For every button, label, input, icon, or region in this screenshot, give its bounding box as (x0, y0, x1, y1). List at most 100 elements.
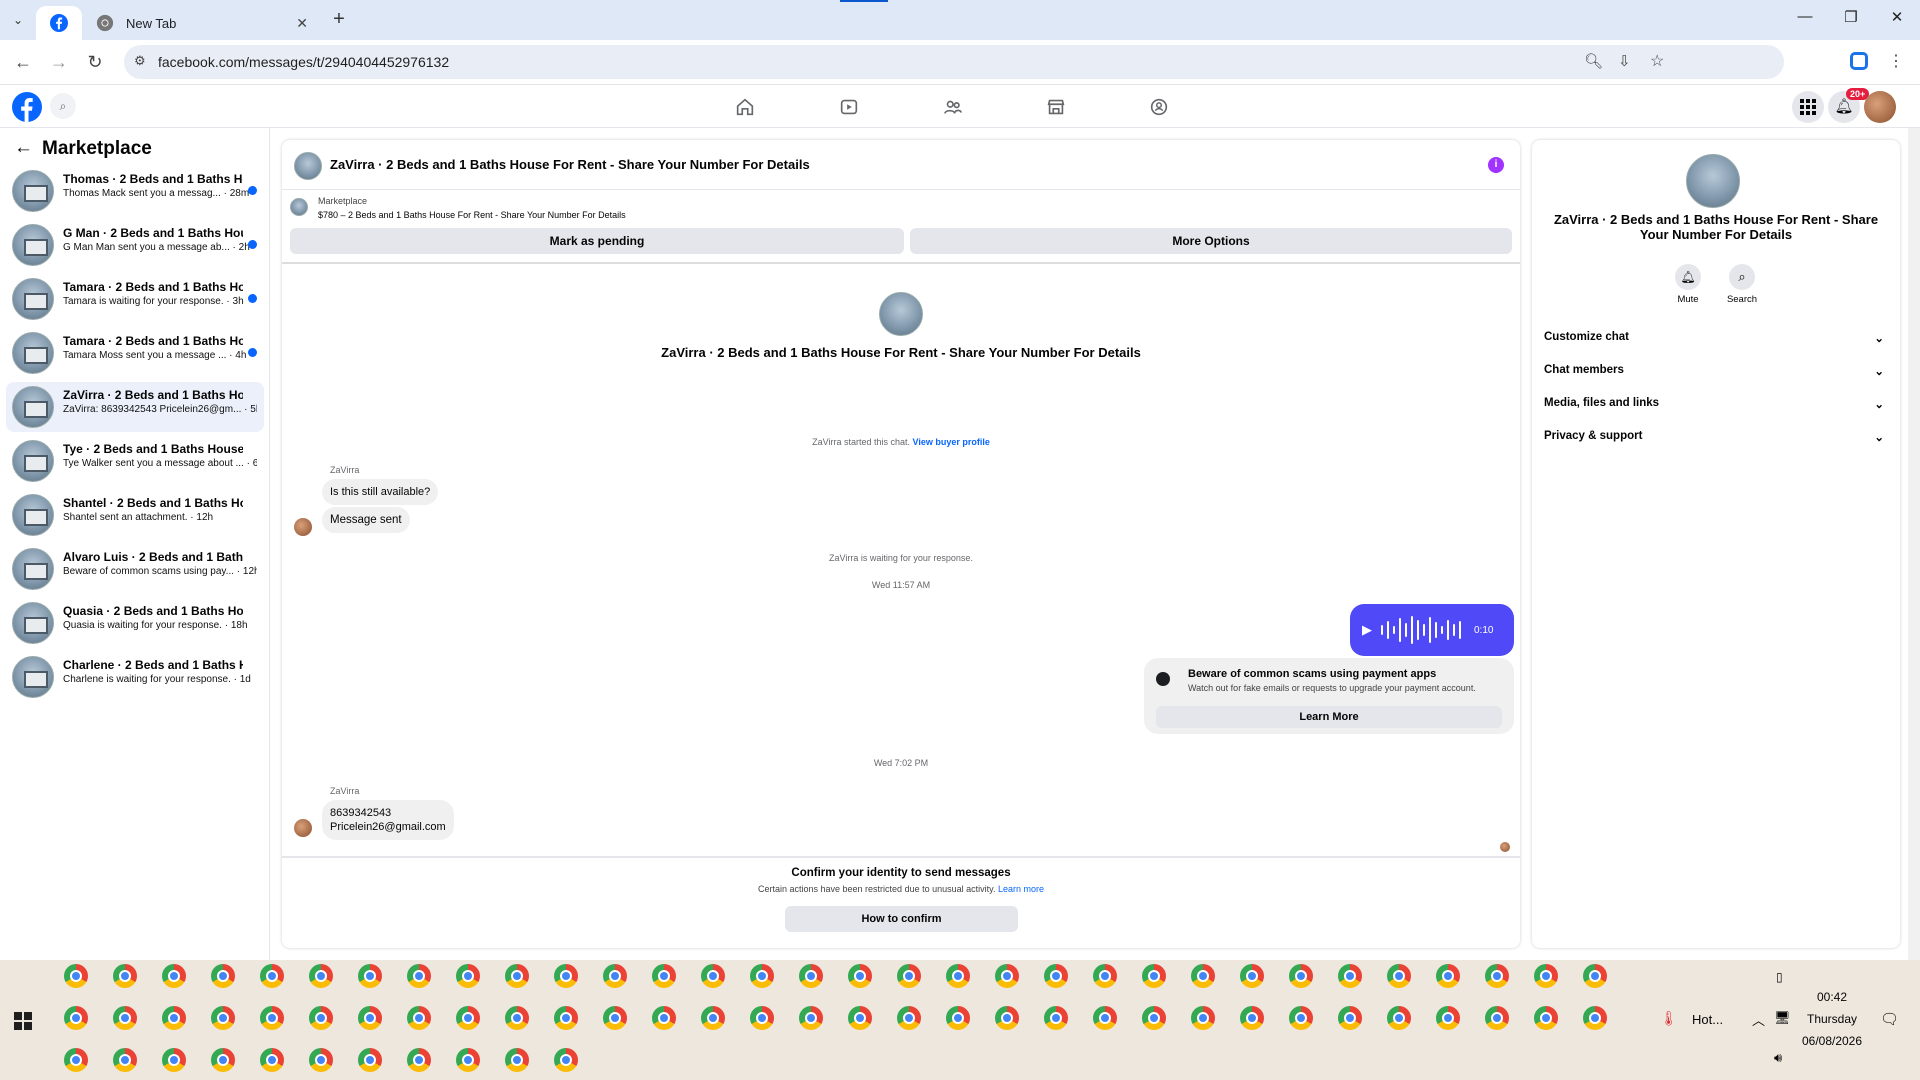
chrome-taskbar-icon[interactable] (64, 1048, 88, 1072)
chrome-taskbar-icon[interactable] (1387, 964, 1411, 988)
message-bubble[interactable]: 8639342543 Pricelein26@gmail.com (322, 800, 454, 840)
chrome-taskbar-icon[interactable] (1436, 1006, 1460, 1030)
volume-icon[interactable]: 🔊︎ (1774, 1050, 1782, 1066)
profile-avatar[interactable] (1864, 91, 1896, 123)
conversation-row[interactable]: Thomas · 2 Beds and 1 Baths Ho... Thomas … (6, 166, 264, 216)
chat-avatar[interactable] (294, 152, 322, 180)
chrome-taskbar-icon[interactable] (1044, 964, 1068, 988)
network-icon[interactable]: 🖥︎ (1774, 1010, 1791, 1026)
conversation-row[interactable]: Quasia · 2 Beds and 1 Baths House... Quas… (6, 598, 264, 648)
chrome-taskbar-icon[interactable] (456, 1006, 480, 1030)
chrome-taskbar-icon[interactable] (750, 964, 774, 988)
play-icon[interactable]: ▶ (1362, 622, 1372, 638)
learn-more-link[interactable]: Learn more (998, 884, 1044, 894)
more-options-button[interactable]: More Options (910, 228, 1512, 254)
mark-as-pending-button[interactable]: Mark as pending (290, 228, 904, 254)
clock-time[interactable]: 00:42 (1792, 990, 1872, 1004)
chrome-taskbar-icon[interactable] (1289, 964, 1313, 988)
tray-chevron-icon[interactable]: ︿ (1752, 1010, 1765, 1029)
conversation-row[interactable]: Charlene · 2 Beds and 1 Baths Hou... Char… (6, 652, 264, 702)
chrome-taskbar-icon[interactable] (799, 964, 823, 988)
tab-facebook[interactable] (36, 6, 82, 40)
chrome-taskbar-icon[interactable] (1338, 1006, 1362, 1030)
friends-icon[interactable] (942, 96, 964, 118)
groups-icon[interactable] (1148, 96, 1170, 118)
learn-more-button[interactable]: Learn More (1156, 706, 1502, 728)
address-bar[interactable]: ⚙ facebook.com/messages/t/29404044529761… (124, 45, 1784, 79)
chrome-taskbar-icon[interactable] (1338, 964, 1362, 988)
chrome-taskbar-icon[interactable] (309, 964, 333, 988)
details-avatar[interactable] (1686, 154, 1740, 208)
chrome-taskbar-icon[interactable] (309, 1006, 333, 1030)
chrome-taskbar-icon[interactable] (211, 1006, 235, 1030)
chrome-taskbar-icon[interactable] (554, 1006, 578, 1030)
chrome-taskbar-icon[interactable] (652, 964, 676, 988)
chrome-taskbar-icon[interactable] (358, 1048, 382, 1072)
chrome-taskbar-icon[interactable] (1044, 1006, 1068, 1030)
chrome-taskbar-icon[interactable] (848, 1006, 872, 1030)
chrome-taskbar-icon[interactable] (946, 964, 970, 988)
chrome-taskbar-icon[interactable] (1583, 1006, 1607, 1030)
conversation-row[interactable]: G Man · 2 Beds and 1 Baths Hous... G Man … (6, 220, 264, 270)
chrome-taskbar-icon[interactable] (211, 964, 235, 988)
chrome-taskbar-icon[interactable] (995, 1006, 1019, 1030)
chrome-taskbar-icon[interactable] (1289, 1006, 1313, 1030)
message-bubble[interactable]: Message sent (322, 507, 410, 533)
chrome-taskbar-icon[interactable] (113, 1048, 137, 1072)
chrome-taskbar-icon[interactable] (1142, 1006, 1166, 1030)
page-scrollbar[interactable] (1908, 128, 1920, 960)
chrome-taskbar-icon[interactable] (1142, 964, 1166, 988)
forward-button[interactable]: → (48, 51, 70, 73)
chrome-taskbar-icon[interactable] (897, 964, 921, 988)
chrome-taskbar-icon[interactable] (211, 1048, 235, 1072)
notification-center-icon[interactable]: 🗨︎ (1880, 1010, 1899, 1028)
chrome-taskbar-icon[interactable] (701, 1006, 725, 1030)
section-privacy-support[interactable]: Privacy & support ⌄ (1544, 430, 1884, 444)
chrome-taskbar-icon[interactable] (652, 1006, 676, 1030)
chrome-taskbar-icon[interactable] (1534, 1006, 1558, 1030)
chrome-taskbar-icon[interactable] (1093, 964, 1117, 988)
chrome-taskbar-icon[interactable] (113, 964, 137, 988)
close-window-button[interactable]: ✕ (1882, 8, 1912, 26)
chrome-taskbar-icon[interactable] (701, 964, 725, 988)
home-icon[interactable] (734, 96, 756, 118)
info-icon[interactable]: i (1488, 157, 1504, 173)
menu-icon[interactable]: ⋮ (1886, 52, 1906, 72)
site-info-icon[interactable]: ⚙ (134, 53, 146, 69)
chrome-taskbar-icon[interactable] (1485, 964, 1509, 988)
clock-day[interactable]: Thursday (1792, 1012, 1872, 1026)
chrome-taskbar-icon[interactable] (162, 964, 186, 988)
how-to-confirm-button[interactable]: How to confirm (785, 906, 1018, 932)
chrome-taskbar-icon[interactable] (1583, 964, 1607, 988)
chrome-taskbar-icon[interactable] (554, 1048, 578, 1072)
listing-text[interactable]: $780 – 2 Beds and 1 Baths House For Rent… (318, 210, 626, 220)
chrome-taskbar-icon[interactable] (505, 964, 529, 988)
back-arrow-icon[interactable]: ← (14, 137, 33, 159)
section-chat-members[interactable]: Chat members ⌄ (1544, 364, 1884, 378)
windows-start-icon[interactable] (14, 1012, 32, 1030)
chat-header-title[interactable]: ZaVirra · 2 Beds and 1 Baths House For R… (330, 157, 810, 172)
conversation-row[interactable]: ZaVirra · 2 Beds and 1 Baths House... ZaV… (6, 382, 264, 432)
chrome-taskbar-icon[interactable] (505, 1006, 529, 1030)
voice-message-bubble[interactable]: ▶ 0:10 (1350, 604, 1514, 656)
search-icon[interactable]: ⌕ (50, 93, 76, 119)
section-customize-chat[interactable]: Customize chat ⌄ (1544, 331, 1884, 345)
chrome-taskbar-icon[interactable] (64, 1006, 88, 1030)
zoom-icon[interactable]: 🔍︎ (1584, 52, 1603, 70)
chrome-taskbar-icon[interactable] (1534, 964, 1558, 988)
chrome-taskbar-icon[interactable] (554, 964, 578, 988)
menu-grid-icon[interactable] (1792, 91, 1824, 123)
chrome-taskbar-icon[interactable] (897, 1006, 921, 1030)
chrome-taskbar-icon[interactable] (1240, 964, 1264, 988)
minimize-button[interactable]: — (1790, 8, 1820, 25)
clock-date[interactable]: 06/08/2026 (1792, 1034, 1872, 1048)
chrome-taskbar-icon[interactable] (1093, 1006, 1117, 1030)
close-icon[interactable]: ✕ (296, 15, 308, 32)
chrome-taskbar-icon[interactable] (456, 1048, 480, 1072)
chrome-taskbar-icon[interactable] (1240, 1006, 1264, 1030)
chrome-taskbar-icon[interactable] (358, 964, 382, 988)
chrome-taskbar-icon[interactable] (799, 1006, 823, 1030)
chrome-taskbar-icon[interactable] (750, 1006, 774, 1030)
chrome-taskbar-icon[interactable] (260, 1048, 284, 1072)
new-tab-button[interactable]: + (328, 9, 350, 31)
